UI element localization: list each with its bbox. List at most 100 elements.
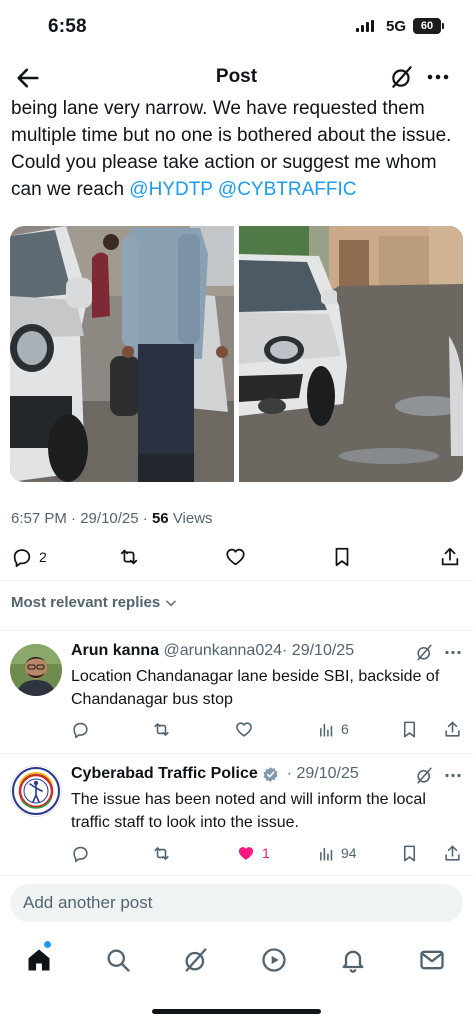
reply-icon	[13, 549, 31, 568]
more-icon	[445, 773, 461, 778]
bookmark-button[interactable]	[331, 544, 353, 570]
grok-icon	[417, 644, 432, 661]
reply-reply-button[interactable]	[71, 716, 90, 742]
replies-sort-button[interactable]: Most relevant replies	[11, 594, 178, 611]
tab-home[interactable]	[25, 946, 53, 974]
network-label: 5G	[386, 18, 407, 35]
tweet-meta: 6:57 PM · 29/10/25 · 56 Views	[11, 510, 213, 527]
grok-icon	[185, 948, 207, 972]
avatar[interactable]	[10, 765, 62, 817]
tab-messages[interactable]	[418, 946, 446, 974]
more-button[interactable]	[424, 64, 452, 90]
reply-icon	[73, 846, 88, 862]
play-icon	[262, 948, 286, 972]
divider	[0, 875, 473, 876]
bookmark-icon	[403, 721, 416, 737]
status-time: 6:58	[48, 16, 87, 37]
reply-button[interactable]: 2	[11, 544, 47, 570]
reply-share-button[interactable]	[443, 716, 462, 742]
reply-bookmark-button[interactable]	[400, 716, 419, 742]
reply-author-handle[interactable]: @arunkanna024	[163, 642, 282, 659]
bookmark-icon	[403, 845, 416, 861]
views-count: 56	[151, 510, 169, 527]
reply-views-button[interactable]: 6	[318, 716, 349, 742]
replies-sort-label: Most relevant replies	[11, 594, 161, 611]
notification-dot	[44, 941, 51, 948]
reply-views-button[interactable]: 94	[318, 840, 357, 866]
battery-tip	[442, 23, 444, 29]
photo-parked-car-lane[interactable]	[239, 226, 463, 482]
verified-badge-icon	[263, 766, 278, 782]
reply-author-name[interactable]: Cyberabad Traffic Police	[71, 765, 258, 783]
reply-views-count: 6	[341, 721, 349, 737]
repost-icon	[120, 549, 138, 565]
tab-grok[interactable]	[182, 946, 210, 974]
grok-icon	[417, 767, 432, 784]
reply-like-button[interactable]: 1	[236, 840, 270, 866]
home-icon	[28, 949, 50, 971]
reply-more-button[interactable]	[443, 766, 463, 785]
signal-icon	[356, 20, 376, 32]
share-icon	[445, 845, 460, 861]
reply-bookmark-button[interactable]	[400, 840, 419, 866]
reply-author-name[interactable]: Arun kanna	[71, 642, 159, 659]
traffic-police-logo	[12, 767, 60, 815]
divider	[0, 580, 473, 581]
reply-grok-button[interactable]	[415, 643, 434, 662]
reply-views-count: 94	[341, 845, 357, 861]
reply-header: Arun kanna @arunkanna024· 29/10/25	[71, 642, 354, 660]
more-icon	[427, 74, 449, 80]
tab-videos[interactable]	[260, 946, 288, 974]
analytics-icon	[320, 847, 333, 861]
mention-link[interactable]: @CYBTRAFFIC	[218, 179, 357, 200]
share-button[interactable]	[439, 544, 461, 570]
home-indicator[interactable]	[152, 1009, 321, 1014]
tab-search[interactable]	[104, 946, 132, 974]
more-icon	[445, 650, 461, 655]
reply-like-count: 1	[262, 845, 270, 861]
tab-notifications[interactable]	[339, 946, 367, 974]
chevron-down-icon	[166, 600, 177, 606]
reply-like-button[interactable]	[234, 716, 254, 742]
avatar[interactable]	[10, 644, 62, 696]
share-icon	[445, 721, 460, 737]
grok-button[interactable]	[389, 64, 415, 90]
share-icon	[441, 547, 459, 566]
heart-icon	[236, 721, 252, 737]
like-button[interactable]	[224, 544, 247, 570]
reply-reply-button[interactable]	[71, 840, 90, 866]
repost-icon	[154, 722, 169, 736]
reply-text: Location Chandanagar lane beside SBI, ba…	[71, 668, 440, 708]
tweet-time: 6:57 PM	[11, 510, 67, 527]
heart-icon	[226, 548, 245, 566]
repost-button[interactable]	[117, 544, 141, 570]
reply-icon	[73, 722, 88, 738]
mention-link[interactable]: @HYDTP	[129, 179, 212, 200]
views-label[interactable]: Views	[173, 510, 213, 527]
heart-filled-icon	[238, 846, 254, 860]
reply-count: 2	[39, 549, 47, 565]
reply-text: The issue has been noted and will inform…	[71, 791, 426, 831]
reply-header: Cyberabad Traffic Police · 29/10/25	[71, 765, 359, 783]
reply-date: · 29/10/25	[286, 765, 359, 782]
reply-item[interactable]: Arun kanna @arunkanna024· 29/10/25 Locat…	[0, 631, 473, 752]
reply-repost-button[interactable]	[151, 716, 172, 742]
reply-grok-button[interactable]	[415, 766, 434, 785]
bookmark-icon	[335, 547, 349, 567]
grok-icon	[392, 66, 412, 88]
add-post-input[interactable]: Add another post	[10, 884, 463, 922]
repost-icon	[154, 846, 169, 860]
battery-icon: 60	[413, 18, 441, 34]
reply-more-button[interactable]	[443, 643, 463, 662]
bell-icon	[342, 950, 364, 973]
analytics-icon	[320, 723, 333, 737]
reply-date: · 29/10/25	[282, 642, 355, 659]
photo-car-and-man[interactable]	[10, 226, 234, 482]
reply-repost-button[interactable]	[151, 840, 172, 866]
mail-icon	[420, 950, 444, 970]
tweet-text: being lane very narrow. We have requeste…	[11, 95, 466, 203]
search-icon	[107, 949, 130, 972]
tweet-photos[interactable]	[10, 226, 463, 482]
reply-item[interactable]: Cyberabad Traffic Police · 29/10/25 The …	[0, 754, 473, 874]
reply-share-button[interactable]	[443, 840, 462, 866]
